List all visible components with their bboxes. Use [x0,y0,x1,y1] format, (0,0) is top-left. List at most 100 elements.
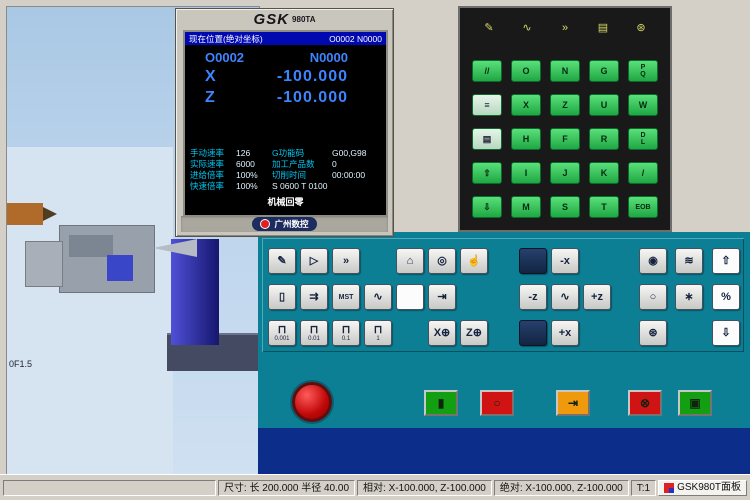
g-code-label: G功能码 [272,148,332,159]
key-T[interactable]: T [589,196,619,218]
blank-dark-button-2[interactable] [519,320,547,346]
feed-override-label: 进给倍率 [190,170,236,181]
key-U[interactable]: U [589,94,619,116]
key-W[interactable]: W [628,94,658,116]
program-zero-button[interactable]: ⇥ [428,284,456,310]
rapid-override-label: 快速倍率 [190,181,236,192]
axis-minus-x-button[interactable]: -x [551,248,579,274]
step-1-button-icon: ⊓ [374,325,383,336]
handwheel-mode-button[interactable]: ◎ [428,248,456,274]
override-percent-button-icon: % [721,292,731,303]
key-slash[interactable]: / [628,162,658,184]
manufacturer-badge: 广州数控 [252,217,316,231]
crt-header-bar: 现在位置(绝对坐标) O0002 N0000 [185,32,386,45]
key-X[interactable]: X [511,94,541,116]
machine-zero-button[interactable]: ⌂ [396,248,424,274]
cycle-start-button[interactable]: ▮ [424,390,458,416]
cut-time-value: 00:00:00 [332,170,382,181]
key-F[interactable]: F [550,128,580,150]
single-block-button[interactable]: ▯ [268,284,296,310]
key-EOB[interactable]: EOB [628,196,658,218]
step-01-button-icon: ⊓ [342,325,351,336]
axis-select-z-button[interactable]: Z⊕ [460,320,488,346]
step-001-button-icon: ⊓ [310,325,319,336]
step-1-button[interactable]: ⊓1 [364,320,392,346]
blank-dark-button-1[interactable] [519,248,547,274]
override-down-button-icon: ⇩ [721,328,730,339]
rapid-button[interactable]: ∿ [551,284,579,310]
axis-z-line: Z -100.000 [185,87,386,108]
panel-name-label: GSK980T面板 [677,481,741,495]
blank-white-button[interactable] [396,284,424,310]
aux-orange-button[interactable]: ⇥ [556,390,590,416]
handwheel-mode-button-icon: ◎ [437,256,447,267]
key-R[interactable]: R [589,128,619,150]
sim-floor [7,147,173,475]
key-double-slash[interactable]: // [472,60,502,82]
axis-plus-z-button[interactable]: +z [583,284,611,310]
wave-arrow-icon: ∿ [514,20,540,36]
key-program[interactable]: ▤ [472,128,502,150]
key-H[interactable]: H [511,128,541,150]
carriage-detail [69,235,113,257]
sequence-number: N0000 [310,50,348,66]
position-mode-label: 现在位置(绝对坐标) [189,33,263,45]
key-K[interactable]: K [589,162,619,184]
program-zero-button-icon: ⇥ [437,292,446,303]
jog-mode-button[interactable]: ☝ [460,248,488,274]
aux-red-button[interactable]: ⊗ [628,390,662,416]
auto-mode-button[interactable]: ▷ [300,248,328,274]
key-J[interactable]: J [550,162,580,184]
manual-rate-label: 手动速率 [190,148,236,159]
step-01-button[interactable]: ⊓0.1 [332,320,360,346]
axis-plus-x-button[interactable]: +x [551,320,579,346]
brand-model: 980TA [292,15,315,24]
spindle-cw-button[interactable]: ◉ [639,248,667,274]
key-N[interactable]: N [550,60,580,82]
info-row: 进给倍率 100% 切削时间 00:00:00 [190,170,383,181]
mdi-mode-button[interactable]: » [332,248,360,274]
gsk-panel-logo-icon [664,483,674,493]
override-percent-button[interactable]: % [712,284,740,310]
manufacturer-name: 广州数控 [274,218,308,230]
override-up-button[interactable]: ⇧ [712,248,740,274]
axis-x-value: -100.000 [277,66,348,87]
key-M[interactable]: M [511,196,541,218]
step-0001-button[interactable]: ⊓0.001 [268,320,296,346]
axis-minus-z-button[interactable]: -z [519,284,547,310]
step-001-button[interactable]: ⊓0.01 [300,320,328,346]
mdi-keyboard-panel: ✎ ∿ » ▤ ⊛ //ONGP Q≡XZUW▤HFRD L⇧IJK/⇩MSTE… [458,6,672,232]
aux-lock-button[interactable]: MST [332,284,360,310]
axis-select-x-button[interactable]: X⊕ [428,320,456,346]
feed-hold-button[interactable]: ○ [480,390,514,416]
coolant-button[interactable]: ≋ [675,248,703,274]
coolant-button-icon: ≋ [684,256,693,267]
key-I[interactable]: I [511,162,541,184]
aux-green-button[interactable]: ▣ [678,390,712,416]
key-Z[interactable]: Z [550,94,580,116]
axis-minus-x-button-icon: -x [560,256,570,267]
key-O[interactable]: O [511,60,541,82]
key-D-L[interactable]: D L [628,128,658,150]
brand-logo: GSK [254,11,290,28]
dry-run-button[interactable]: ∿ [364,284,392,310]
key-menu[interactable]: ≡ [472,94,502,116]
key-cursor-up[interactable]: ⇧ [472,162,502,184]
auto-mode-button-icon: ▷ [310,256,318,267]
override-down-button[interactable]: ⇩ [712,320,740,346]
key-P-Q[interactable]: P Q [628,60,658,82]
spindle-stop-button[interactable]: ○ [639,284,667,310]
key-cursor-down[interactable]: ⇩ [472,196,502,218]
emergency-stop-button[interactable] [292,382,332,422]
tool-change-button[interactable]: ⊛ [639,320,667,346]
axis-x-label: X [205,66,217,87]
crt-footer: 广州数控 [181,216,388,232]
document-icon: ▤ [590,20,616,36]
axis-z-label: Z [205,87,216,108]
edit-mode-button[interactable]: ✎ [268,248,296,274]
key-G[interactable]: G [589,60,619,82]
lubrication-button[interactable]: ∗ [675,284,703,310]
block-skip-button[interactable]: ⇉ [300,284,328,310]
panel-lower-strip [258,428,750,474]
key-S[interactable]: S [550,196,580,218]
